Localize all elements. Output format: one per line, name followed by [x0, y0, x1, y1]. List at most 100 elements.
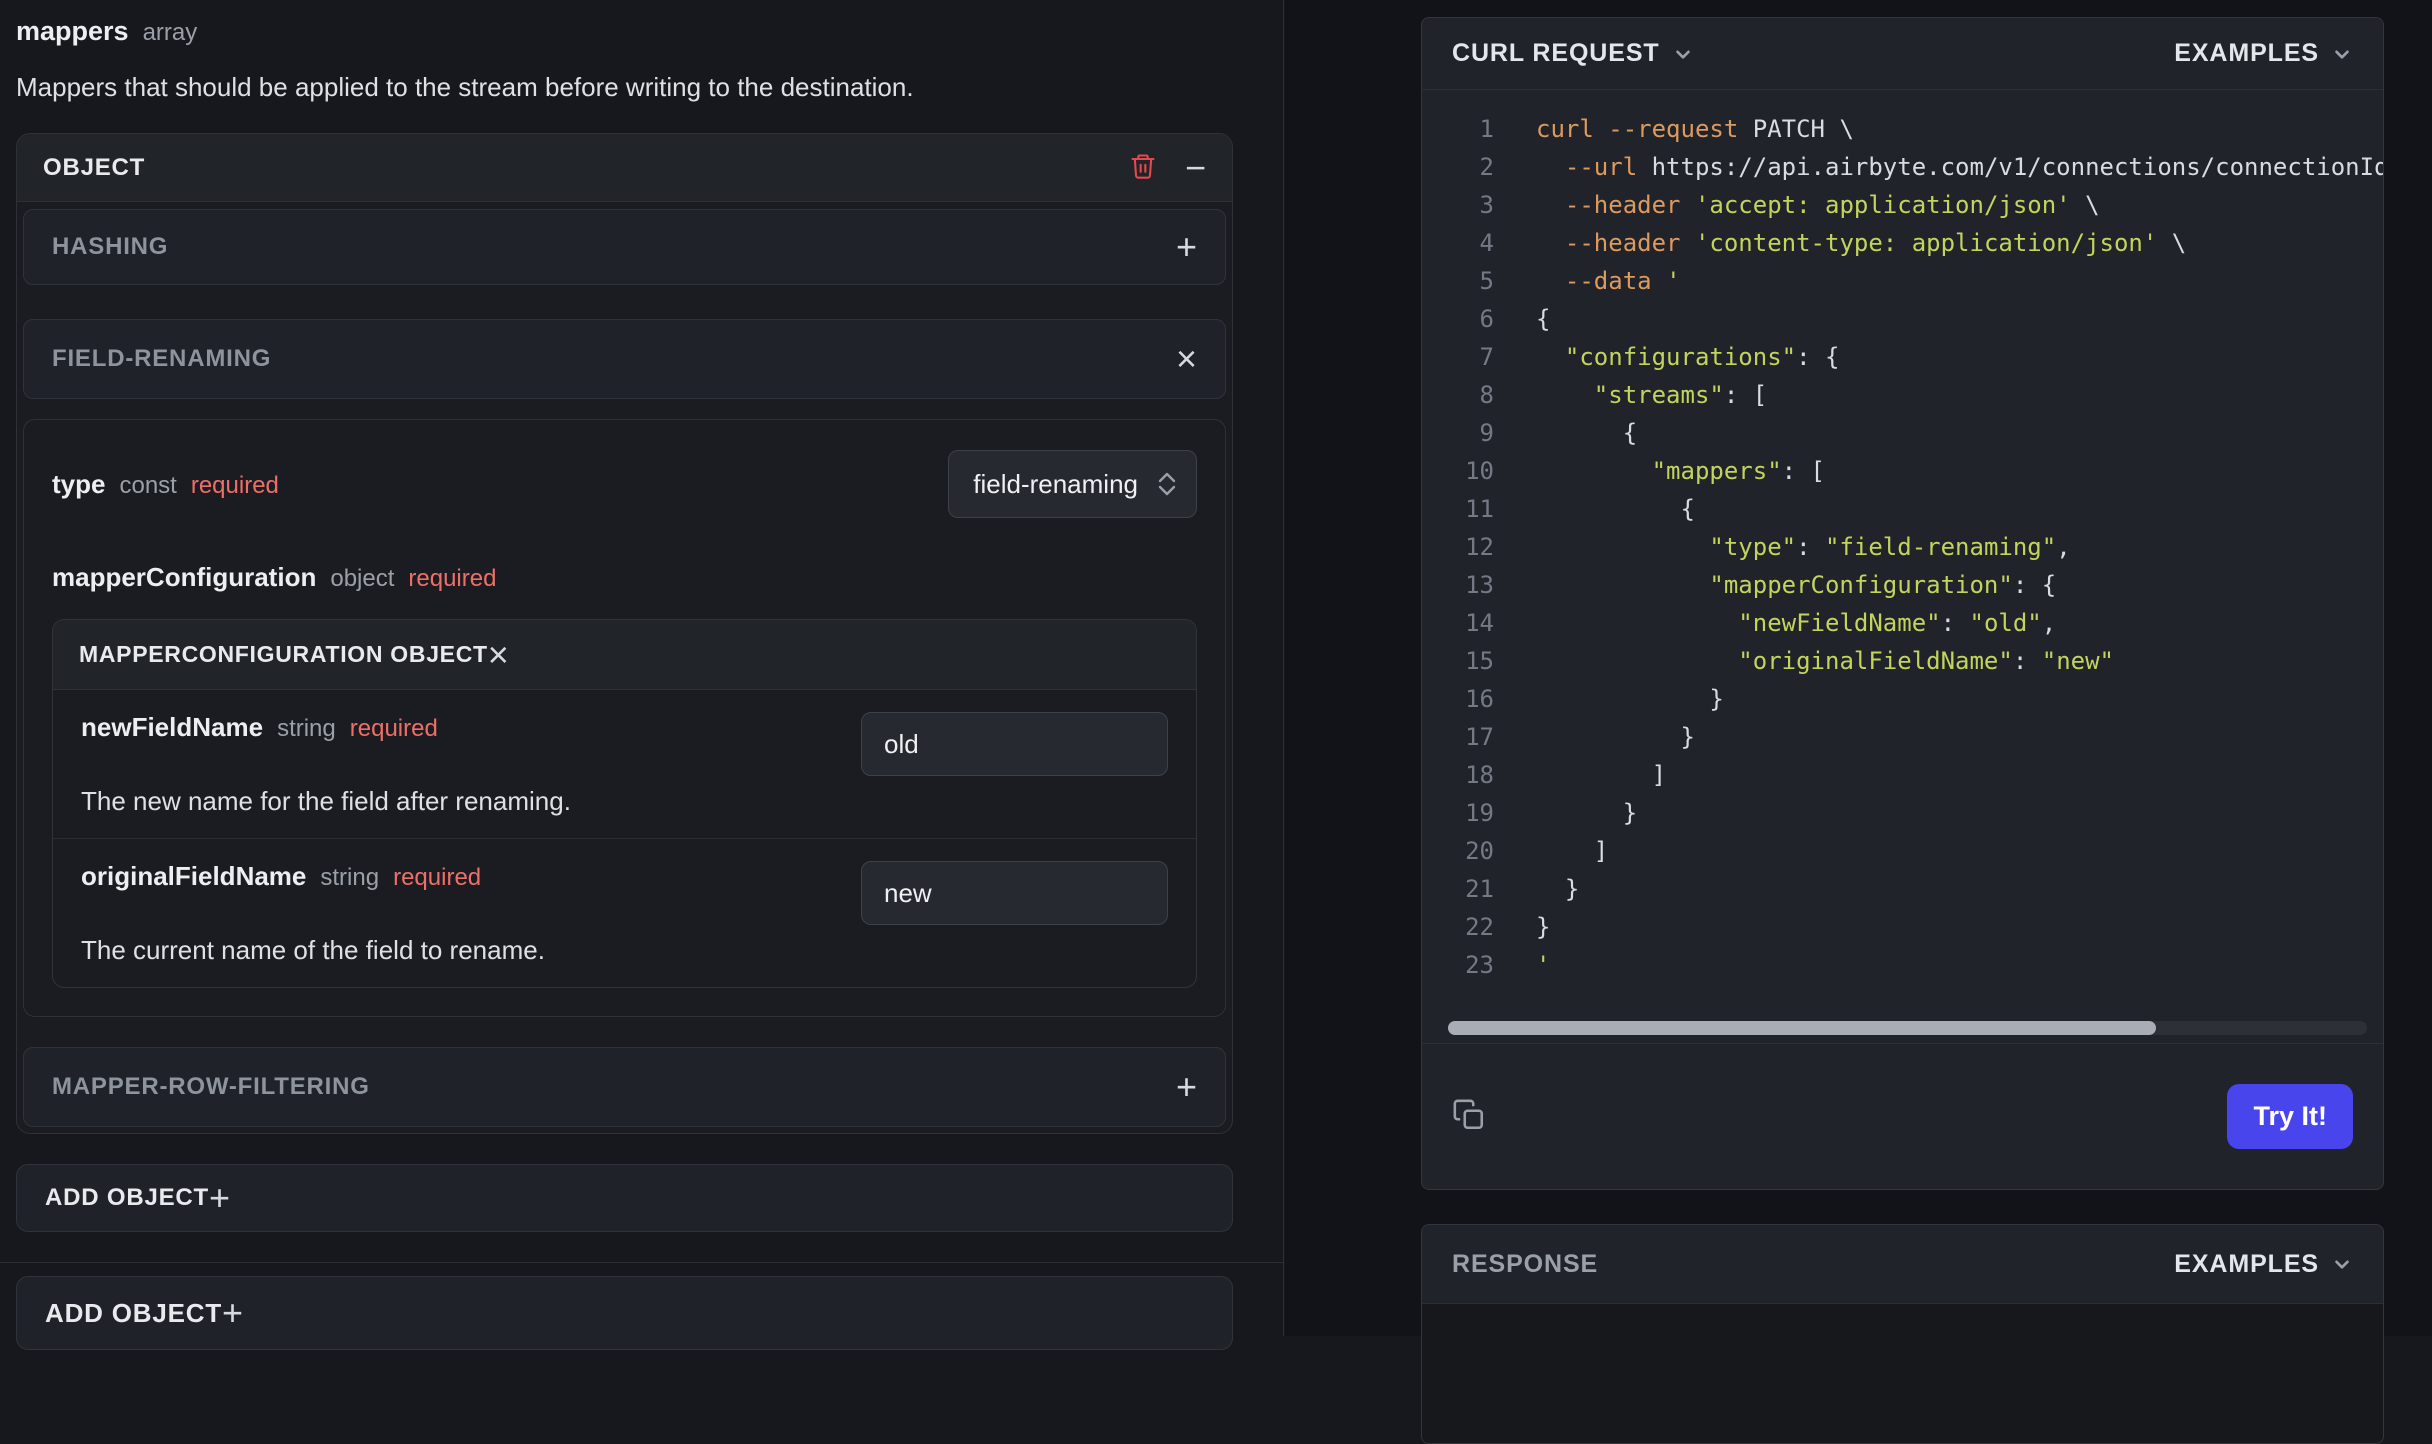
- code-line: 3 --header 'accept: application/json' \: [1479, 191, 2100, 219]
- chevron-down-icon: [2331, 43, 2353, 65]
- code-line: 13 "mapperConfiguration": {: [1465, 571, 2057, 599]
- new-field-name-label: newFieldName: [81, 712, 264, 742]
- object-container: OBJECT − HASHING + FIELD-RENAMING × type…: [16, 133, 1233, 1134]
- mapper-configuration-object-title: MAPPERCONFIGURATION OBJECT: [79, 641, 488, 667]
- code-line: 7 "configurations": {: [1479, 343, 1840, 371]
- field-name: mappers: [16, 16, 129, 46]
- code-line: 1 curl --request PATCH \: [1479, 115, 1854, 143]
- expand-hashing-button[interactable]: +: [1176, 229, 1197, 265]
- curl-request-title: CURL REQUEST: [1452, 39, 1660, 67]
- minus-icon: −: [1184, 146, 1206, 188]
- curl-panel-header: CURL REQUEST EXAMPLES: [1422, 18, 2383, 90]
- code-line: 19 }: [1465, 799, 1638, 827]
- chevron-down-icon: [2331, 1253, 2353, 1275]
- plus-icon: +: [1175, 1066, 1197, 1107]
- curl-request-dropdown[interactable]: CURL REQUEST: [1452, 39, 1694, 68]
- horizontal-scrollbar[interactable]: [1448, 1021, 2367, 1035]
- hashing-title: HASHING: [52, 233, 169, 260]
- type-property-kind: const: [119, 471, 177, 499]
- add-object-button[interactable]: +: [209, 1180, 230, 1216]
- add-object-row[interactable]: ADD OBJECT +: [16, 1164, 1233, 1232]
- new-field-name-description: The new name for the field after renamin…: [81, 786, 571, 816]
- mapper-configuration-name: mapperConfiguration: [52, 562, 317, 592]
- original-field-name-label: originalFieldName: [81, 861, 307, 891]
- new-field-name-kind: string: [277, 715, 336, 742]
- expand-mapper-row-filtering-button[interactable]: +: [1176, 1069, 1197, 1105]
- object-title: OBJECT: [43, 153, 146, 181]
- add-object-label: ADD OBJECT: [45, 1184, 210, 1211]
- type-required-badge: required: [190, 471, 279, 499]
- code-line: 9 {: [1479, 419, 1638, 447]
- code-line: 11 {: [1465, 495, 1695, 523]
- schema-form-panel: mappers array Mappers that should be app…: [0, 0, 1284, 1350]
- copy-code-button[interactable]: [1452, 1098, 1486, 1135]
- original-field-name-input[interactable]: [861, 861, 1168, 925]
- curl-request-panel: CURL REQUEST EXAMPLES 1 curl --request PA…: [1421, 17, 2384, 1190]
- code-line: 8 "streams": [: [1479, 381, 1768, 409]
- type-property-name: type: [52, 468, 106, 499]
- curl-code-block: 1 curl --request PATCH \ 2 --url https://a…: [1422, 90, 2383, 1043]
- add-object-secondary-label: ADD OBJECT: [45, 1297, 223, 1328]
- code-line: 12 "type": "field-renaming",: [1465, 533, 2071, 561]
- code-line: 5 --data ': [1479, 267, 1681, 295]
- original-field-name-required-badge: required: [393, 864, 482, 891]
- mapper-row-filtering-section-row[interactable]: MAPPER-ROW-FILTERING +: [23, 1047, 1226, 1127]
- code-line: 15 "originalFieldName": "new": [1465, 647, 2114, 675]
- code-line: 6{: [1479, 305, 1551, 333]
- trash-icon: [1129, 152, 1157, 183]
- type-select-value: field-renaming: [973, 468, 1138, 499]
- close-icon: ×: [487, 633, 509, 675]
- code-line: 18 ]: [1465, 761, 1667, 789]
- code-line: 22}: [1465, 913, 1551, 941]
- plus-icon: +: [1175, 226, 1197, 267]
- response-examples-dropdown[interactable]: EXAMPLES: [2174, 1250, 2353, 1279]
- field-renaming-content: type const required field-renaming mappe…: [23, 419, 1226, 1017]
- copy-icon: [1452, 1098, 1486, 1135]
- original-field-name-description: The current name of the field to rename.: [81, 935, 545, 965]
- curl-examples-dropdown[interactable]: EXAMPLES: [2174, 39, 2353, 68]
- response-examples-label: EXAMPLES: [2174, 1249, 2319, 1278]
- close-mapper-configuration-button[interactable]: ×: [487, 633, 509, 675]
- mapper-configuration-required-badge: required: [408, 565, 497, 592]
- chevron-up-down-icon: [1156, 469, 1178, 499]
- code-line: 14 "newFieldName": "old",: [1465, 609, 2057, 637]
- mapper-row-filtering-title: MAPPER-ROW-FILTERING: [52, 1073, 370, 1100]
- horizontal-scrollbar-thumb[interactable]: [1448, 1021, 2156, 1035]
- mapper-configuration-label: mapperConfiguration object required: [52, 562, 1197, 593]
- code-lines: 1 curl --request PATCH \ 2 --url https://a…: [1448, 110, 2383, 984]
- code-line: 10 "mappers": [: [1465, 457, 1825, 485]
- chevron-down-icon: [1672, 43, 1694, 65]
- original-field-name-row: originalFieldName string required The cu…: [53, 839, 1196, 987]
- field-type: array: [142, 19, 198, 46]
- add-object-secondary-button[interactable]: +: [222, 1295, 243, 1331]
- curl-panel-footer: Try It!: [1422, 1043, 2383, 1189]
- field-renaming-section-row[interactable]: FIELD-RENAMING ×: [23, 319, 1226, 399]
- response-panel: RESPONSE EXAMPLES: [1421, 1224, 2384, 1444]
- curl-examples-label: EXAMPLES: [2174, 39, 2319, 67]
- code-line: 2 --url https://api.airbyte.com/v1/conne…: [1479, 153, 2383, 181]
- field-renaming-title: FIELD-RENAMING: [52, 345, 272, 372]
- add-object-row-secondary[interactable]: ADD OBJECT +: [16, 1276, 1233, 1350]
- api-playground-panel: CURL REQUEST EXAMPLES 1 curl --request PA…: [1285, 0, 2432, 1444]
- close-field-renaming-button[interactable]: ×: [1176, 341, 1197, 377]
- hashing-section-row[interactable]: HASHING +: [23, 209, 1226, 285]
- code-line: 20 ]: [1465, 837, 1609, 865]
- code-line: 17 }: [1465, 723, 1695, 751]
- response-body: [1422, 1304, 2383, 1443]
- mapper-configuration-kind: object: [330, 565, 395, 592]
- response-title: RESPONSE: [1452, 1249, 1599, 1278]
- close-icon: ×: [1175, 338, 1197, 379]
- object-header: OBJECT −: [17, 134, 1232, 202]
- mappers-field-heading: mappers array: [16, 14, 1233, 48]
- new-field-name-row: newFieldName string required The new nam…: [53, 690, 1196, 838]
- code-line: 23 ': [1465, 951, 1551, 979]
- mapper-configuration-object-box: MAPPERCONFIGURATION OBJECT × newFieldNam…: [52, 619, 1197, 988]
- delete-object-button[interactable]: [1129, 152, 1157, 183]
- try-it-button[interactable]: Try It!: [2227, 1084, 2353, 1149]
- response-panel-header: RESPONSE EXAMPLES: [1422, 1225, 2383, 1304]
- type-select[interactable]: field-renaming: [948, 450, 1197, 518]
- plus-icon: +: [209, 1177, 231, 1218]
- code-line: 16 }: [1465, 685, 1724, 713]
- new-field-name-input[interactable]: [861, 712, 1168, 776]
- collapse-object-button[interactable]: −: [1184, 146, 1206, 188]
